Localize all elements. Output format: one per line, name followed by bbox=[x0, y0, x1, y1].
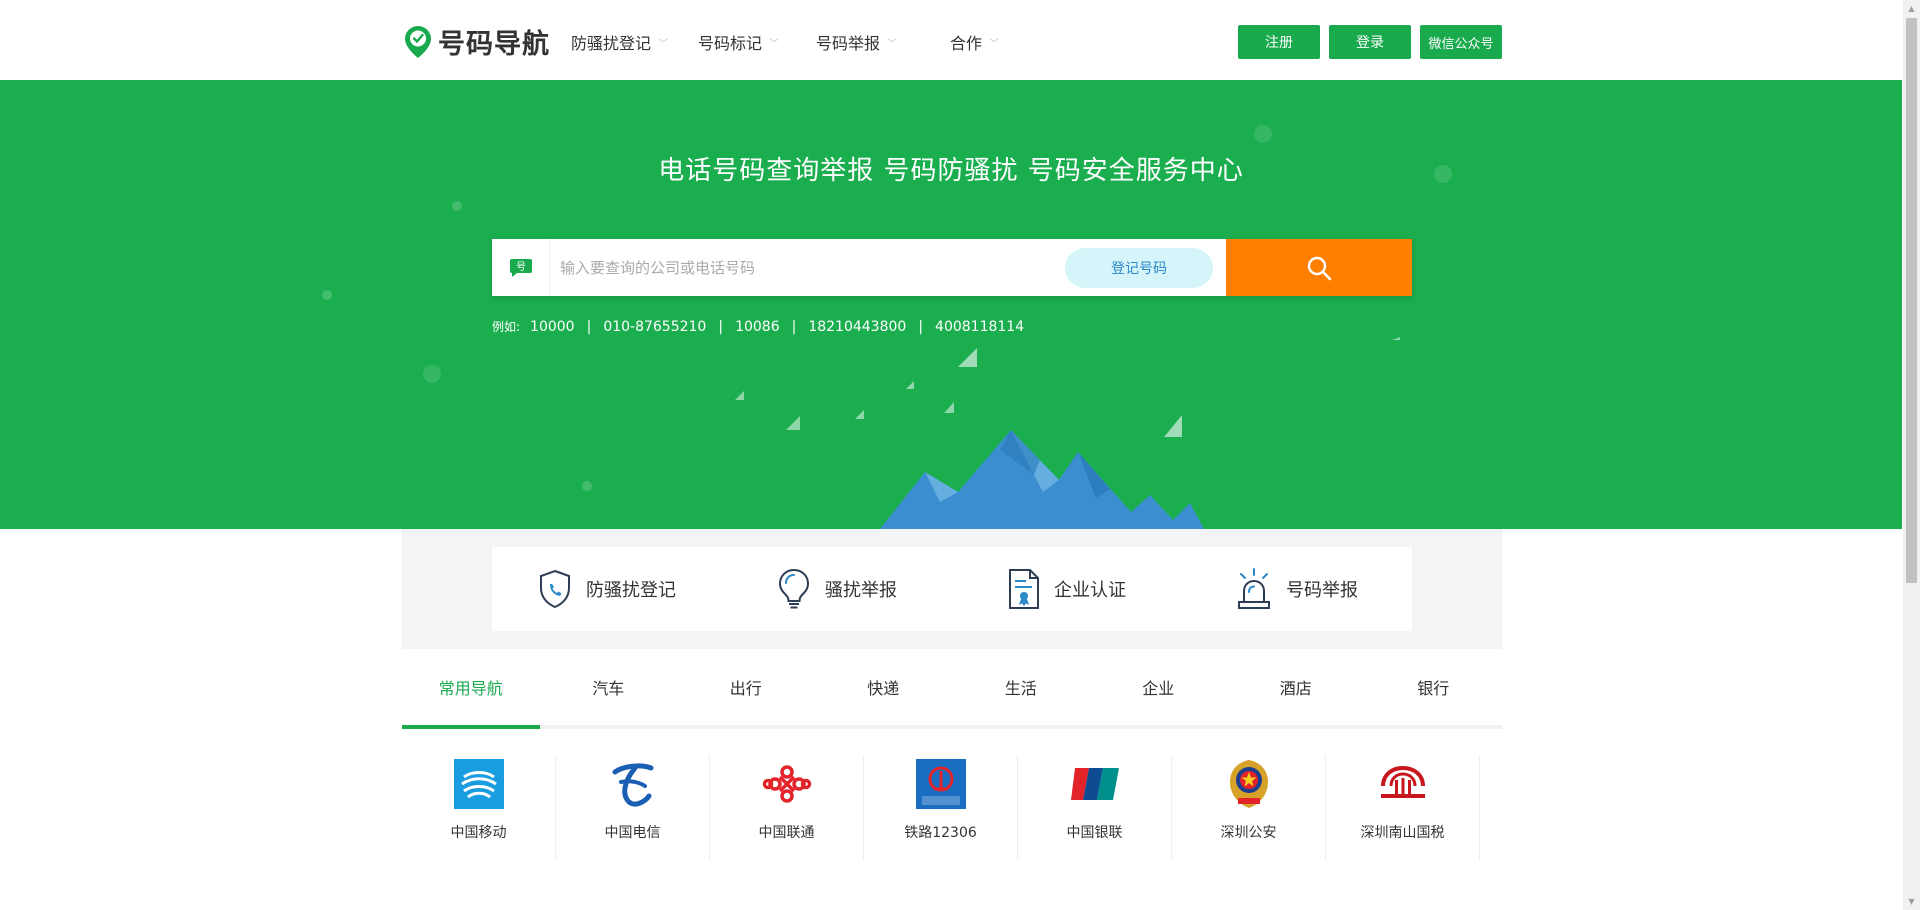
chevron-down-icon: ﹀ bbox=[658, 38, 669, 50]
nav-cell-shenzhen-police[interactable]: 深圳公安 bbox=[1172, 755, 1326, 860]
register-button[interactable]: 注册 bbox=[1238, 25, 1320, 59]
logo-text: 号码导航 bbox=[438, 29, 550, 60]
nav-cell-label: 深圳公安 bbox=[1220, 825, 1277, 841]
shield-phone-icon bbox=[540, 569, 570, 609]
hero-decoration bbox=[322, 125, 1452, 529]
separator: | bbox=[918, 318, 924, 335]
example-number[interactable]: 10000 bbox=[530, 319, 575, 335]
china-telecom-logo-icon bbox=[607, 758, 659, 810]
example-number[interactable]: 4008118114 bbox=[935, 319, 1024, 335]
unionpay-logo-icon bbox=[1069, 758, 1121, 810]
search-bar: 号 登记号码 bbox=[492, 239, 1412, 296]
search-examples: 例如: 10000 | 010-87655210 | 10086 | 18210… bbox=[492, 318, 1024, 335]
register-number-button[interactable]: 登记号码 bbox=[1065, 247, 1213, 288]
page-scrollbar[interactable]: ▲ ▼ bbox=[1903, 0, 1920, 910]
location-pin-icon bbox=[405, 25, 431, 58]
feature-harassment-report[interactable]: 骚扰举报 bbox=[722, 547, 952, 631]
scroll-down-arrow-icon[interactable]: ▼ bbox=[1903, 893, 1920, 910]
nav-cell-nanshan-tax[interactable]: 深圳南山国税 bbox=[1326, 755, 1480, 860]
common-nav-grid: 中国移动 中国电信 中国联通 铁路12306 中国银联 深圳公安 深圳南山国税 bbox=[402, 755, 1502, 860]
wechat-account-button[interactable]: 微信公众号 bbox=[1420, 25, 1502, 59]
search-button[interactable] bbox=[1226, 239, 1412, 296]
police-emblem-icon bbox=[1223, 758, 1275, 810]
category-tabs: 常用导航 汽车 出行 快递 生活 企业 酒店 银行 bbox=[402, 649, 1502, 729]
feature-number-report[interactable]: 号码举报 bbox=[1182, 547, 1412, 631]
lightbulb-icon bbox=[778, 568, 810, 609]
tab-express[interactable]: 快递 bbox=[815, 649, 953, 725]
china-mobile-logo-icon bbox=[453, 758, 505, 810]
nav-label: 号码标记 bbox=[698, 34, 763, 53]
alarm-light-icon bbox=[1238, 568, 1270, 609]
search-input[interactable] bbox=[550, 239, 1065, 296]
examples-label: 例如: bbox=[492, 320, 521, 334]
nav-cooperation[interactable]: 合作 ﹀ bbox=[950, 30, 999, 54]
example-number[interactable]: 18210443800 bbox=[808, 319, 906, 335]
login-button[interactable]: 登录 bbox=[1329, 25, 1411, 59]
feature-anti-harassment-registration[interactable]: 防骚扰登记 bbox=[492, 547, 722, 631]
chevron-down-icon: ﹀ bbox=[769, 38, 780, 50]
feature-label: 防骚扰登记 bbox=[586, 580, 676, 601]
hero-banner: 电话号码查询举报 号码防骚扰 号码安全服务中心 号 登记号码 例如: 10000… bbox=[0, 80, 1902, 529]
tab-travel[interactable]: 出行 bbox=[677, 649, 815, 725]
feature-label: 号码举报 bbox=[1286, 580, 1358, 601]
feature-label: 骚扰举报 bbox=[825, 580, 897, 601]
railway-12306-logo-icon bbox=[915, 758, 967, 810]
tab-auto[interactable]: 汽车 bbox=[540, 649, 678, 725]
search-type-icon-box: 号 bbox=[492, 239, 550, 296]
chevron-down-icon: ﹀ bbox=[989, 38, 1000, 50]
tab-life[interactable]: 生活 bbox=[952, 649, 1090, 725]
nav-number-mark[interactable]: 号码标记 ﹀ bbox=[698, 30, 779, 54]
nav-anti-harassment[interactable]: 防骚扰登记 ﹀ bbox=[571, 30, 668, 54]
nav-cell-china-telecom[interactable]: 中国电信 bbox=[556, 755, 710, 860]
nav-label: 防骚扰登记 bbox=[571, 34, 652, 53]
china-unicom-logo-icon bbox=[761, 758, 813, 810]
search-icon bbox=[1307, 256, 1332, 280]
nav-label: 号码举报 bbox=[816, 34, 881, 53]
tab-hotel[interactable]: 酒店 bbox=[1227, 649, 1365, 725]
example-number[interactable]: 10086 bbox=[735, 319, 780, 335]
example-number[interactable]: 010-87655210 bbox=[603, 319, 706, 335]
nav-cell-railway-12306[interactable]: 铁路12306 bbox=[864, 755, 1018, 860]
separator: | bbox=[718, 318, 724, 335]
feature-section: 防骚扰登记 骚扰举报 企业认证 号码举报 bbox=[402, 529, 1502, 649]
certificate-icon bbox=[1009, 569, 1039, 609]
nav-label: 合作 bbox=[950, 34, 983, 53]
nav-cell-china-mobile[interactable]: 中国移动 bbox=[402, 755, 556, 860]
nav-cell-label: 中国银联 bbox=[1066, 825, 1123, 841]
feature-label: 企业认证 bbox=[1054, 580, 1126, 601]
tab-bank[interactable]: 银行 bbox=[1365, 649, 1503, 725]
number-chat-icon: 号 bbox=[509, 258, 532, 277]
chevron-down-icon: ﹀ bbox=[887, 38, 898, 50]
nav-cell-label: 铁路12306 bbox=[904, 825, 977, 841]
scrollbar-thumb[interactable] bbox=[1906, 18, 1917, 583]
nav-cell-china-unicom[interactable]: 中国联通 bbox=[710, 755, 864, 860]
site-header: 号码导航 防骚扰登记 ﹀ 号码标记 ﹀ 号码举报 ﹀ 合作 ﹀ 注册 登录 微信公众号 bbox=[0, 0, 1902, 80]
nav-cell-unionpay[interactable]: 中国银联 bbox=[1018, 755, 1172, 860]
separator: | bbox=[791, 318, 797, 335]
separator: | bbox=[586, 318, 592, 335]
site-logo[interactable]: 号码导航 bbox=[404, 22, 550, 61]
tab-enterprise[interactable]: 企业 bbox=[1090, 649, 1228, 725]
nav-cell-label: 中国移动 bbox=[450, 825, 507, 841]
nav-cell-label: 中国联通 bbox=[758, 825, 815, 841]
hero-title: 电话号码查询举报 号码防骚扰 号码安全服务中心 bbox=[658, 156, 1244, 186]
scroll-up-arrow-icon[interactable]: ▲ bbox=[1903, 0, 1920, 17]
nav-number-report[interactable]: 号码举报 ﹀ bbox=[816, 30, 897, 54]
tax-bureau-logo-icon bbox=[1377, 758, 1429, 810]
tab-common-nav[interactable]: 常用导航 bbox=[402, 649, 540, 729]
nav-cell-label: 中国电信 bbox=[604, 825, 661, 841]
svg-text:号: 号 bbox=[516, 261, 526, 273]
nav-cell-label: 深圳南山国税 bbox=[1360, 825, 1445, 841]
feature-enterprise-certification[interactable]: 企业认证 bbox=[952, 547, 1182, 631]
